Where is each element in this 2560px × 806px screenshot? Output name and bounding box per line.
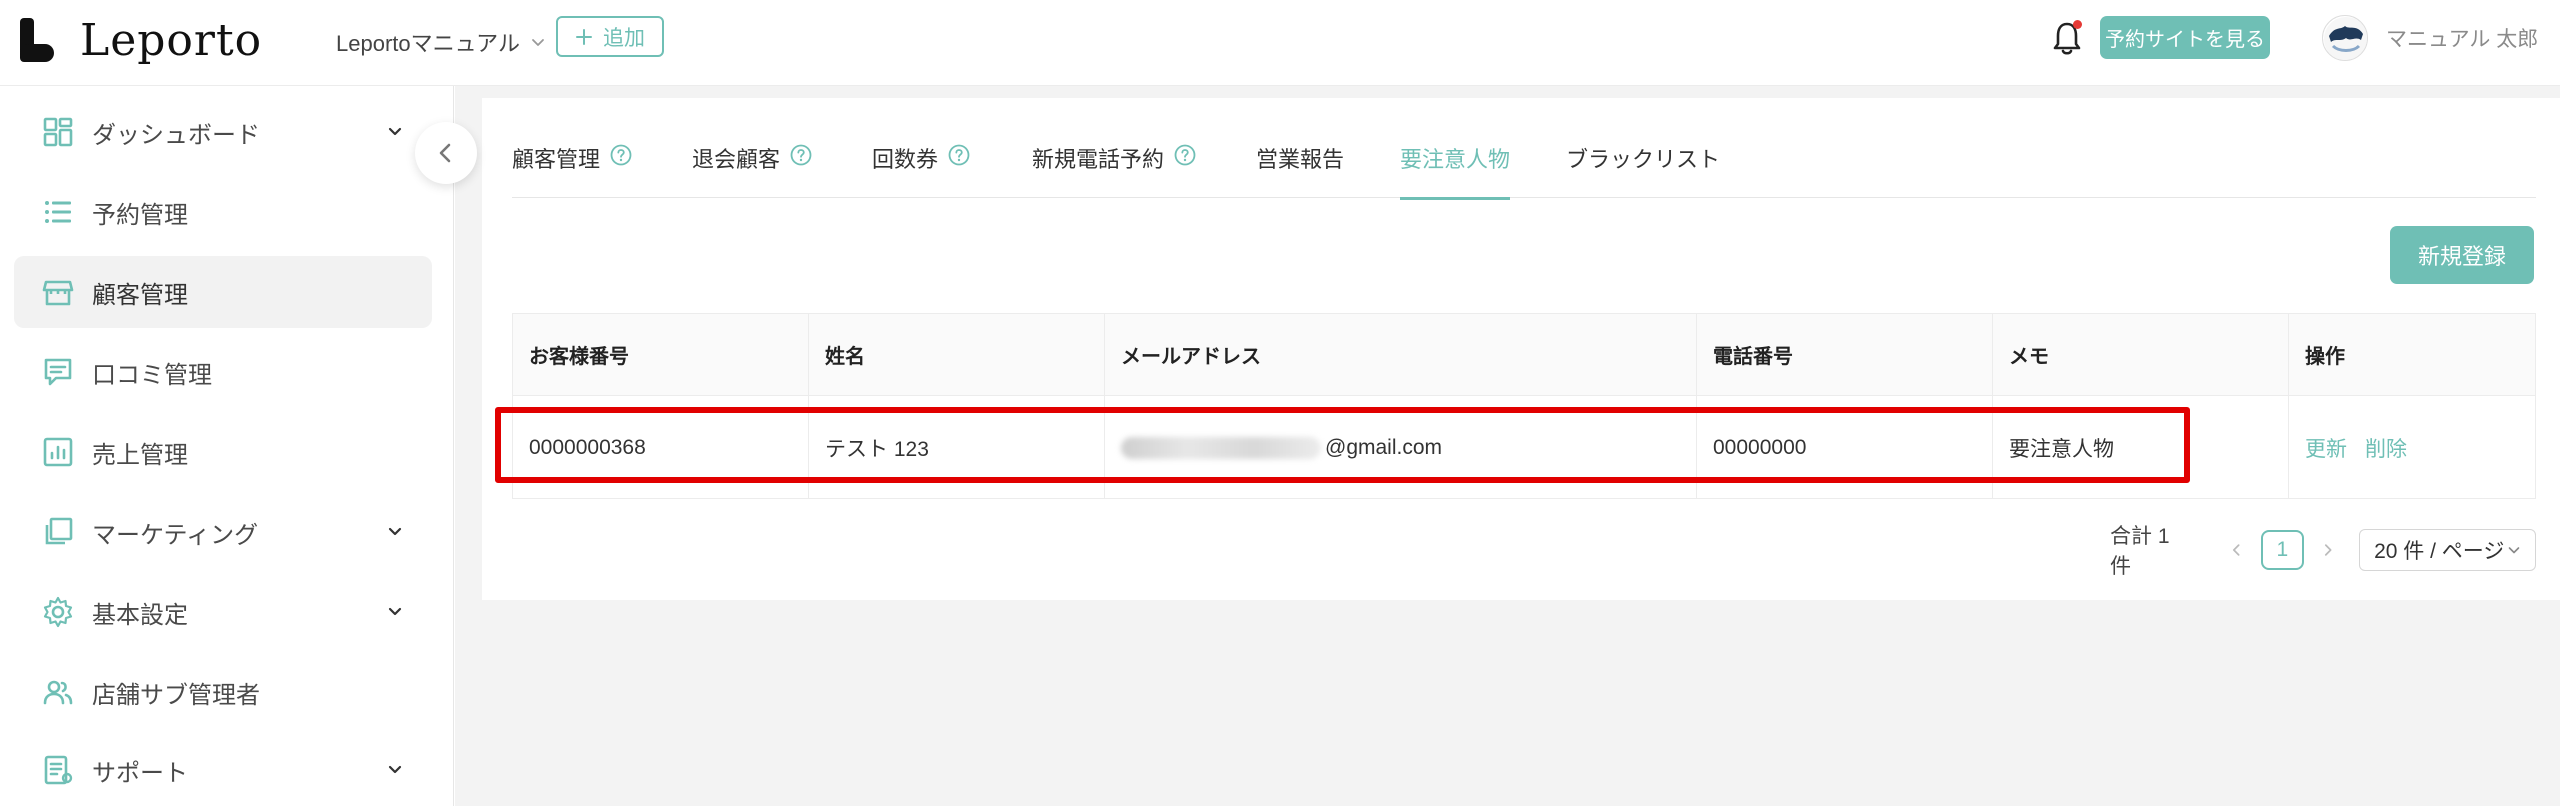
user-menu[interactable]: マニュアル 太郎	[2322, 12, 2538, 64]
sidebar-item-label: 売上管理	[92, 441, 188, 469]
users-icon	[43, 680, 73, 705]
sidebar-item-label: 店舗サブ管理者	[92, 681, 260, 709]
new-register-button[interactable]: 新規登録	[2390, 226, 2534, 284]
plus-icon	[576, 28, 592, 45]
column-header: お客様番号	[513, 314, 809, 395]
comment-icon	[44, 358, 72, 386]
column-header: メールアドレス	[1105, 314, 1697, 395]
layers-icon	[45, 517, 73, 545]
sidebar-item-label: 顧客管理	[92, 281, 188, 309]
store-select[interactable]: Leportoマニュアル	[336, 22, 546, 62]
store-icon	[42, 280, 74, 306]
tab-label: 退会顧客	[692, 147, 781, 172]
sidebar-item-label: 基本設定	[92, 601, 188, 629]
sidebar-item-label: マーケティング	[92, 521, 259, 549]
sidebar-item-dashboard[interactable]: ダッシュボード	[14, 96, 432, 168]
help-icon[interactable]	[1174, 144, 1196, 166]
chevron-down-icon	[388, 607, 402, 616]
redacted-email-mask	[1121, 436, 1321, 459]
sidebar-item-reviews[interactable]: 口コミ管理	[14, 336, 432, 408]
chevron-right-icon[interactable]	[2320, 542, 2335, 558]
help-icon[interactable]	[948, 144, 970, 166]
chevron-down-icon	[388, 765, 402, 774]
column-header: メモ	[1993, 314, 2289, 395]
tab-customers[interactable]: 顧客管理	[512, 142, 632, 198]
pagination: 合計 1 件 1 20 件 / ページ	[2110, 525, 2537, 578]
avatar	[2322, 15, 2368, 61]
chevron-down-icon	[532, 39, 544, 46]
tab-withdrawn-customers[interactable]: 退会顧客	[692, 142, 812, 198]
sidebar-item-reservations[interactable]: 予約管理	[14, 176, 432, 248]
store-name: Leportoマニュアル	[336, 31, 520, 56]
tab-label: 回数券	[872, 147, 939, 172]
logo-mark-icon	[18, 16, 66, 64]
tab-label: 顧客管理	[512, 147, 601, 172]
doc-icon	[44, 755, 73, 785]
add-button[interactable]: 追加	[556, 16, 664, 57]
notification-bell[interactable]	[2050, 18, 2084, 58]
update-link[interactable]: 更新	[2305, 433, 2347, 463]
top-bar: Leporto Leportoマニュアル 追加 予約サイトを見る マニュアル 太…	[0, 0, 2560, 86]
add-button-label: 追加	[603, 26, 645, 50]
page-size-select[interactable]: 20 件 / ページ	[2359, 529, 2537, 571]
list-icon	[45, 201, 71, 223]
chevron-left-icon[interactable]	[2229, 542, 2244, 558]
memo-cell: 要注意人物	[1993, 396, 2289, 499]
help-icon[interactable]	[610, 144, 632, 166]
customer-table: お客様番号 姓名 メールアドレス 電話番号 メモ 操作 0000000368 テ…	[512, 313, 2536, 499]
dashboard-icon	[43, 117, 73, 147]
sidebar-item-label: サポート	[92, 759, 188, 787]
sidebar-item-label: 口コミ管理	[92, 361, 212, 389]
tab-label: 要注意人物	[1400, 147, 1511, 172]
tab-label: ブラックリスト	[1566, 147, 1721, 172]
tab-business-report[interactable]: 営業報告	[1256, 142, 1344, 198]
brand-logo[interactable]: Leporto	[18, 10, 262, 70]
gear-icon	[43, 596, 73, 628]
tab-watch-list[interactable]: 要注意人物	[1400, 142, 1511, 200]
tab-label: 営業報告	[1256, 147, 1345, 172]
sidebar-item-customers[interactable]: 顧客管理	[14, 256, 432, 328]
help-icon[interactable]	[790, 144, 812, 166]
user-name: マニュアル 太郎	[2386, 28, 2539, 51]
brand-name: Leporto	[80, 14, 263, 66]
column-header: 電話番号	[1697, 314, 1993, 395]
page-size-label: 20 件 / ページ	[2374, 540, 2505, 563]
tab-coupon-tickets[interactable]: 回数券	[872, 142, 970, 198]
sidebar-item-label: ダッシュボード	[92, 121, 260, 149]
table-header: お客様番号 姓名 メールアドレス 電話番号 メモ 操作	[513, 314, 2535, 396]
delete-link[interactable]: 削除	[2365, 433, 2407, 463]
email-cell: @gmail.com	[1105, 396, 1697, 499]
chart-icon	[43, 437, 73, 467]
sidebar-item-support[interactable]: サポート	[14, 734, 432, 806]
sidebar-collapse-button[interactable]	[415, 122, 477, 184]
actions-cell: 更新 削除	[2289, 396, 2535, 499]
sidebar-item-basic-settings[interactable]: 基本設定	[14, 576, 432, 648]
tab-label: 新規電話予約	[1032, 147, 1165, 172]
sidebar-item-label: 予約管理	[92, 201, 188, 229]
column-header: 操作	[2305, 346, 2345, 368]
notification-dot	[2073, 20, 2082, 29]
view-reservation-site-button[interactable]: 予約サイトを見る	[2100, 16, 2270, 59]
page-number[interactable]: 1	[2260, 530, 2304, 570]
total-count: 合計 1 件	[2110, 525, 2170, 578]
column-header: 姓名	[809, 314, 1105, 395]
tab-new-phone-reservation[interactable]: 新規電話予約	[1032, 142, 1196, 198]
customer-number-cell: 0000000368	[513, 396, 809, 499]
name-cell: テスト 123	[809, 396, 1105, 499]
chevron-down-icon	[388, 527, 402, 536]
tabs: 顧客管理 退会顧客 回数券 新規電話予約 営業報告 要注意人物 ブラックリスト	[512, 124, 2536, 200]
phone-cell: 00000000	[1697, 396, 1993, 499]
sidebar-item-sub-admins[interactable]: 店舗サブ管理者	[14, 656, 432, 728]
sidebar-item-sales[interactable]: 売上管理	[14, 416, 432, 488]
email-suffix: @gmail.com	[1325, 435, 1443, 459]
chevron-down-icon	[388, 127, 402, 136]
tab-blacklist[interactable]: ブラックリスト	[1566, 142, 1720, 198]
chevron-left-icon	[439, 143, 451, 163]
sidebar-item-marketing[interactable]: マーケティング	[14, 496, 432, 568]
chevron-down-icon	[2508, 547, 2520, 554]
table-row: 0000000368 テスト 123 @gmail.com 00000000 要…	[513, 396, 2535, 499]
